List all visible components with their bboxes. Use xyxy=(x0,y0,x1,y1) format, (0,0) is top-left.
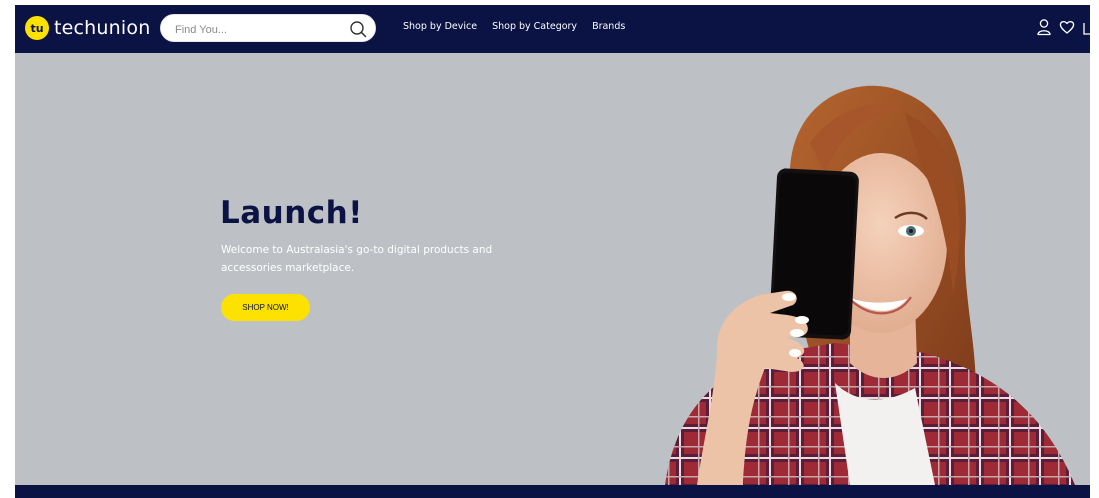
brand-name: techunion xyxy=(54,17,151,39)
nav-icon-group xyxy=(1036,18,1090,36)
nav-brands[interactable]: Brands xyxy=(592,21,625,32)
top-navbar: tu techunion Shop by Device Shop by Cate… xyxy=(15,5,1090,53)
search-input[interactable] xyxy=(173,20,347,40)
wishlist-heart-icon[interactable] xyxy=(1059,18,1075,36)
account-icon[interactable] xyxy=(1036,18,1052,36)
main-nav: Shop by Device Shop by Category Brands xyxy=(403,21,625,32)
search-icon[interactable] xyxy=(349,20,367,38)
brand-badge-icon: tu xyxy=(25,16,49,40)
hero-woman-phone-image xyxy=(665,85,1075,485)
nav-shop-by-category[interactable]: Shop by Category xyxy=(492,21,577,32)
cart-icon[interactable] xyxy=(1082,18,1090,36)
hero-banner: Launch! Welcome to Australasia's go-to d… xyxy=(15,53,1090,485)
nav-shop-by-device[interactable]: Shop by Device xyxy=(403,21,477,32)
hero-description: Welcome to Australasia's go-to digital p… xyxy=(221,244,493,274)
hero-title: Launch! xyxy=(220,195,363,231)
brand-logo[interactable]: tu techunion xyxy=(25,15,150,41)
search-box xyxy=(160,14,376,42)
shop-now-button[interactable]: SHOP NOW! xyxy=(221,294,310,321)
page: tu techunion Shop by Device Shop by Cate… xyxy=(15,5,1090,498)
footer-band xyxy=(15,485,1090,498)
